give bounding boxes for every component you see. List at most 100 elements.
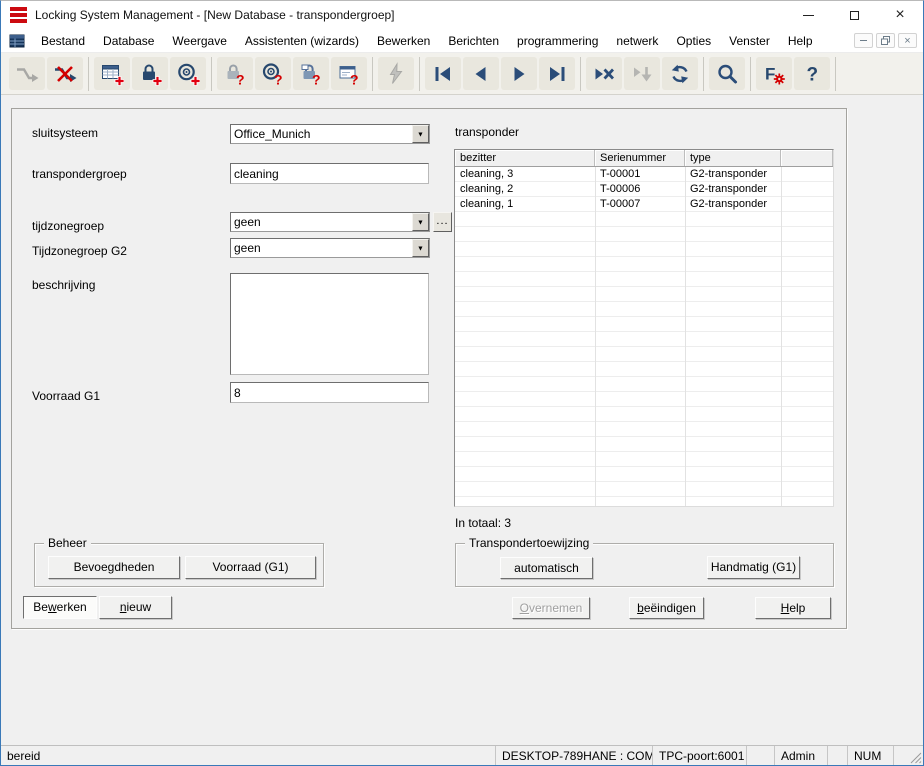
menu-help[interactable]: Help xyxy=(779,29,822,53)
filter-button[interactable]: F xyxy=(756,57,792,90)
app-logo-icon xyxy=(10,7,27,23)
column-header-type[interactable]: type xyxy=(685,150,781,166)
table-header-row: bezitter Serienummer type xyxy=(455,150,833,167)
help-icon: ? xyxy=(800,62,824,86)
bewerken-label: Be xyxy=(33,600,48,614)
tijdzonegroep-more-button[interactable]: ... xyxy=(433,212,452,232)
menu-assistenten[interactable]: Assistenten (wizards) xyxy=(236,29,368,53)
beschrijving-textarea[interactable] xyxy=(230,273,429,375)
menu-opties[interactable]: Opties xyxy=(667,29,720,53)
new-transponder-icon xyxy=(176,62,200,86)
table-row[interactable]: cleaning, 2 T-00006 G2-transponder xyxy=(455,182,833,197)
filter-icon: F xyxy=(762,62,786,86)
sluitsysteem-select[interactable]: Office_Munich ▼ xyxy=(230,124,430,144)
close-button[interactable]: × xyxy=(877,1,923,29)
menu-netwerk[interactable]: netwerk xyxy=(607,29,667,53)
programming-task-button[interactable]: ? xyxy=(331,57,367,90)
beheer-groupbox-title: Beheer xyxy=(44,536,91,550)
menu-bestand[interactable]: Bestand xyxy=(32,29,94,53)
table-row[interactable]: cleaning, 3 T-00001 G2-transponder xyxy=(455,167,833,182)
read-transponder-button[interactable]: ? xyxy=(255,57,291,90)
program-flash-button[interactable] xyxy=(378,57,414,90)
toolbar-separator xyxy=(580,57,581,91)
status-empty-1 xyxy=(746,746,774,765)
last-record-icon xyxy=(545,62,569,86)
tijdzonegroep-dropdown-button[interactable]: ▼ xyxy=(412,213,429,231)
minimize-button[interactable] xyxy=(785,1,831,29)
read-transponder-icon: ? xyxy=(261,62,285,86)
bevoegdheden-button[interactable]: Bevoegdheden xyxy=(48,556,180,579)
transpondergroep-form: sluitsysteem Office_Munich ▼ transponder… xyxy=(11,108,847,629)
read-g1-lock-icon: ? xyxy=(299,62,323,86)
bewerken-button[interactable]: Bewerken xyxy=(23,596,97,619)
column-header-serienummer[interactable]: Serienummer xyxy=(595,150,685,166)
menu-weergave[interactable]: Weergave xyxy=(163,29,235,53)
toolbar-separator xyxy=(372,57,373,91)
handmatig-g1-button[interactable]: Handmatig (G1) xyxy=(707,556,800,579)
search-button[interactable] xyxy=(709,57,745,90)
mdi-close-button[interactable]: × xyxy=(898,33,917,48)
sync-arrow-button[interactable] xyxy=(9,57,45,90)
sluitsysteem-dropdown-button[interactable]: ▼ xyxy=(412,125,429,143)
menu-bewerken[interactable]: Bewerken xyxy=(368,29,439,53)
previous-record-button[interactable] xyxy=(463,57,499,90)
status-user: Admin xyxy=(774,746,827,765)
cancel-sync-button[interactable] xyxy=(47,57,83,90)
svg-text:?: ? xyxy=(236,71,245,86)
read-lock-button[interactable]: ? xyxy=(217,57,253,90)
svg-text:?: ? xyxy=(274,71,283,86)
resize-grip[interactable] xyxy=(893,746,923,765)
client-area: sluitsysteem Office_Munich ▼ transponder… xyxy=(1,95,923,746)
resize-grip-icon xyxy=(908,750,922,764)
menu-database[interactable]: Database xyxy=(94,29,163,53)
tijdzonegroep-label: tijdzonegroep xyxy=(32,219,104,233)
voorraad-g1-input[interactable] xyxy=(230,382,429,403)
new-transponder-button[interactable] xyxy=(170,57,206,90)
chevron-down-icon: ▼ xyxy=(417,245,424,252)
svg-text:?: ? xyxy=(350,71,359,86)
first-record-icon xyxy=(431,62,455,86)
sluitsysteem-value: Office_Munich xyxy=(231,125,412,143)
menu-programmering[interactable]: programmering xyxy=(508,29,607,53)
help-dialog-button[interactable]: Help xyxy=(755,597,831,619)
nieuw-button[interactable]: nieuw xyxy=(99,596,172,619)
table-row[interactable]: cleaning, 1 T-00007 G2-transponder xyxy=(455,197,833,212)
status-keylock: NUM xyxy=(847,746,893,765)
menu-venster[interactable]: Venster xyxy=(720,29,779,53)
first-record-button[interactable] xyxy=(425,57,461,90)
previous-record-icon xyxy=(469,62,493,86)
maximize-icon xyxy=(850,11,859,20)
read-g1-lock-button[interactable]: ? xyxy=(293,57,329,90)
refresh-icon xyxy=(668,62,692,86)
tijdzonegroep-g2-label: Tijdzonegroep G2 xyxy=(32,244,127,258)
last-record-button[interactable] xyxy=(539,57,575,90)
tijdzonegroep-select[interactable]: geen ▼ xyxy=(230,212,430,232)
svg-text:?: ? xyxy=(807,64,819,85)
voorraad-g1-button[interactable]: Voorraad (G1) xyxy=(185,556,316,579)
navigate-down-button[interactable] xyxy=(624,57,660,90)
mdi-minimize-button[interactable] xyxy=(854,33,873,48)
beeindigen-button[interactable]: beëindigen xyxy=(629,597,704,619)
mdi-restore-button[interactable] xyxy=(876,33,895,48)
toolbar: ? ? ? ? xyxy=(1,53,923,95)
maximize-button[interactable] xyxy=(831,1,877,29)
new-lock-button[interactable] xyxy=(132,57,168,90)
tijdzonegroep-value: geen xyxy=(231,213,412,231)
transpondergroep-input[interactable] xyxy=(230,163,429,184)
system-menu-icon[interactable] xyxy=(9,33,25,49)
toewijzing-groupbox-title: Transpondertoewijzing xyxy=(465,536,593,550)
menu-berichten[interactable]: Berichten xyxy=(439,29,508,53)
help-button[interactable]: ? xyxy=(794,57,830,90)
column-header-bezitter[interactable]: bezitter xyxy=(455,150,595,166)
new-locking-system-button[interactable] xyxy=(94,57,130,90)
cell-serienummer: T-00006 xyxy=(595,182,685,197)
tijdzonegroep-g2-dropdown-button[interactable]: ▼ xyxy=(412,239,429,257)
navigate-cancel-button[interactable] xyxy=(586,57,622,90)
toolbar-separator xyxy=(703,57,704,91)
search-icon xyxy=(715,62,739,86)
tijdzonegroep-g2-select[interactable]: geen ▼ xyxy=(230,238,430,258)
automatisch-button[interactable]: automatisch xyxy=(500,557,593,579)
next-record-button[interactable] xyxy=(501,57,537,90)
toolbar-separator xyxy=(835,57,836,91)
refresh-button[interactable] xyxy=(662,57,698,90)
